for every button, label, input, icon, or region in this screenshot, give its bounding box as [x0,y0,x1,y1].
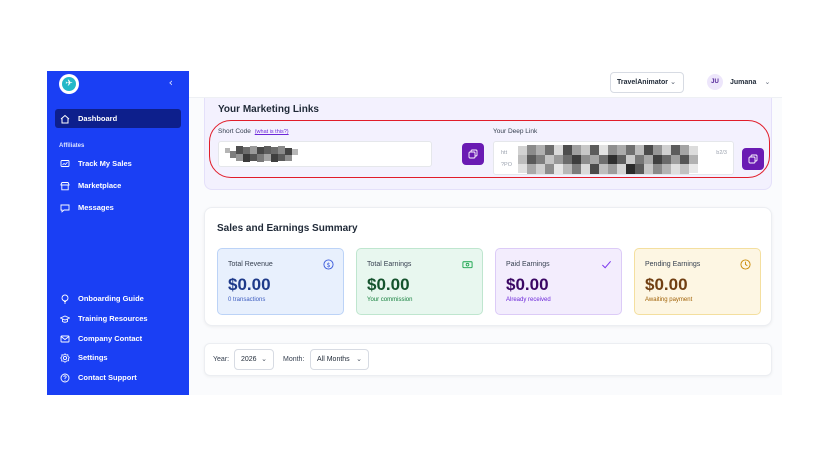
sidebar-item-onboarding-guide[interactable]: Onboarding Guide [55,289,181,308]
check-icon [602,260,612,269]
year-label: Year: [213,356,230,363]
stat-label: Total Earnings [367,261,412,268]
total-earnings-card: Total Earnings $0.00 Your commission [356,248,483,315]
stat-subtext: Your commission [367,297,413,303]
paid-earnings-card: Paid Earnings $0.00 Already received [495,248,622,315]
stat-value: $0.00 [506,275,549,294]
stat-subtext: 0 transactions [228,297,266,303]
lightbulb-icon [60,294,70,304]
filter-bar: Year: 2026 ⌄ Month: All Months ⌄ [204,343,772,376]
clock-icon [740,259,751,270]
month-value: All Months [317,356,350,363]
collapse-sidebar-icon[interactable]: ‹ [169,76,173,89]
main-content: Your Marketing Links Short Code (what is… [189,98,782,395]
workspace-name: TravelAnimator [617,79,668,86]
cash-icon [462,261,473,269]
sidebar-item-label: Settings [78,353,108,362]
stat-label: Paid Earnings [506,261,550,268]
plane-icon: ✈ [62,77,76,91]
chart-icon [60,159,70,169]
deep-link-text-start: htt [501,150,508,156]
workspace-selector[interactable]: TravelAnimator ⌄ [610,72,684,93]
sidebar-item-label: Company Contact [78,334,143,343]
year-select[interactable]: 2026 ⌄ [234,349,274,370]
sidebar-item-dashboard[interactable]: Dashboard [55,109,181,128]
dollar-circle-icon: $ [323,259,334,270]
what-is-this-link[interactable]: (what is this?) [255,129,289,135]
copy-icon [748,154,758,164]
pending-earnings-card: Pending Earnings $0.00 Awaiting payment [634,248,761,315]
chevron-down-icon: ⌄ [356,355,362,363]
short-code-field[interactable] [218,141,432,167]
sidebar-item-label: Training Resources [78,314,148,323]
month-select[interactable]: All Months ⌄ [310,349,369,370]
sidebar-item-label: Dashboard [78,114,118,123]
sidebar-item-messages[interactable]: Messages [55,198,181,217]
stat-value: $0.00 [367,275,410,294]
chevron-down-icon: ⌄ [261,355,267,363]
sidebar-item-contact-support[interactable]: Contact Support [55,368,181,387]
sidebar-section-label: Affiliates [59,143,85,149]
storefront-icon [60,181,70,191]
stat-value: $0.00 [645,275,688,294]
marketing-links-title: Your Marketing Links [218,104,319,115]
sidebar-item-label: Track My Sales [78,159,132,168]
sidebar-item-label: Contact Support [78,373,137,382]
deep-link-text-start-2: ?PO [501,162,513,168]
home-icon [60,114,70,124]
copy-short-code-button[interactable] [462,143,484,165]
redacted-deep-link [518,145,698,174]
sidebar-item-label: Marketplace [78,181,122,190]
stat-value: $0.00 [228,275,271,294]
chevron-down-icon: ⌄ [764,78,771,86]
gear-icon [60,352,70,363]
user-menu[interactable]: JU Jumana ⌄ [707,74,770,90]
sidebar-item-track-my-sales[interactable]: Track My Sales [55,154,181,173]
app-window: ✈ ‹ Dashboard Affiliates Track My Sales … [47,71,782,395]
app-logo[interactable]: ✈ [59,74,79,94]
copy-icon [468,149,478,159]
summary-title: Sales and Earnings Summary [217,223,358,234]
chevron-down-icon: ⌄ [670,78,676,86]
deep-link-field[interactable]: htt ?PO b2/3 [493,141,734,175]
sales-summary-card: Sales and Earnings Summary Total Revenue… [204,207,772,326]
month-label: Month: [283,356,305,363]
sidebar-item-company-contact[interactable]: Company Contact [55,329,181,348]
deep-link-label: Your Deep Link [493,128,538,135]
top-bar: TravelAnimator ⌄ JU Jumana ⌄ [189,71,782,98]
stat-subtext: Awaiting payment [645,297,693,303]
sidebar: ✈ ‹ Dashboard Affiliates Track My Sales … [47,71,189,395]
sidebar-item-settings[interactable]: Settings [55,348,181,367]
deep-link-text-end: b2/3 [716,150,727,156]
sidebar-item-label: Messages [78,203,114,212]
copy-deep-link-button[interactable] [742,148,764,170]
sidebar-item-label: Onboarding Guide [78,294,144,303]
chat-icon [60,203,70,213]
stat-subtext: Already received [506,297,551,303]
short-code-label-text: Short Code [218,128,251,135]
redacted-short-code [225,146,298,162]
user-name: Jumana [730,78,757,86]
stat-label: Total Revenue [228,261,273,268]
avatar: JU [707,74,723,90]
sidebar-item-marketplace[interactable]: Marketplace [55,176,181,195]
svg-text:$: $ [326,261,330,269]
sidebar-item-training-resources[interactable]: Training Resources [55,309,181,328]
short-code-label: Short Code (what is this?) [218,128,289,135]
graduation-cap-icon [60,314,70,324]
stat-label: Pending Earnings [645,261,701,268]
help-circle-icon [60,373,70,383]
marketing-links-card: Your Marketing Links Short Code (what is… [204,98,772,190]
total-revenue-card: Total Revenue $0.00 0 transactions $ [217,248,344,315]
year-value: 2026 [241,356,257,363]
mail-icon [60,334,70,344]
